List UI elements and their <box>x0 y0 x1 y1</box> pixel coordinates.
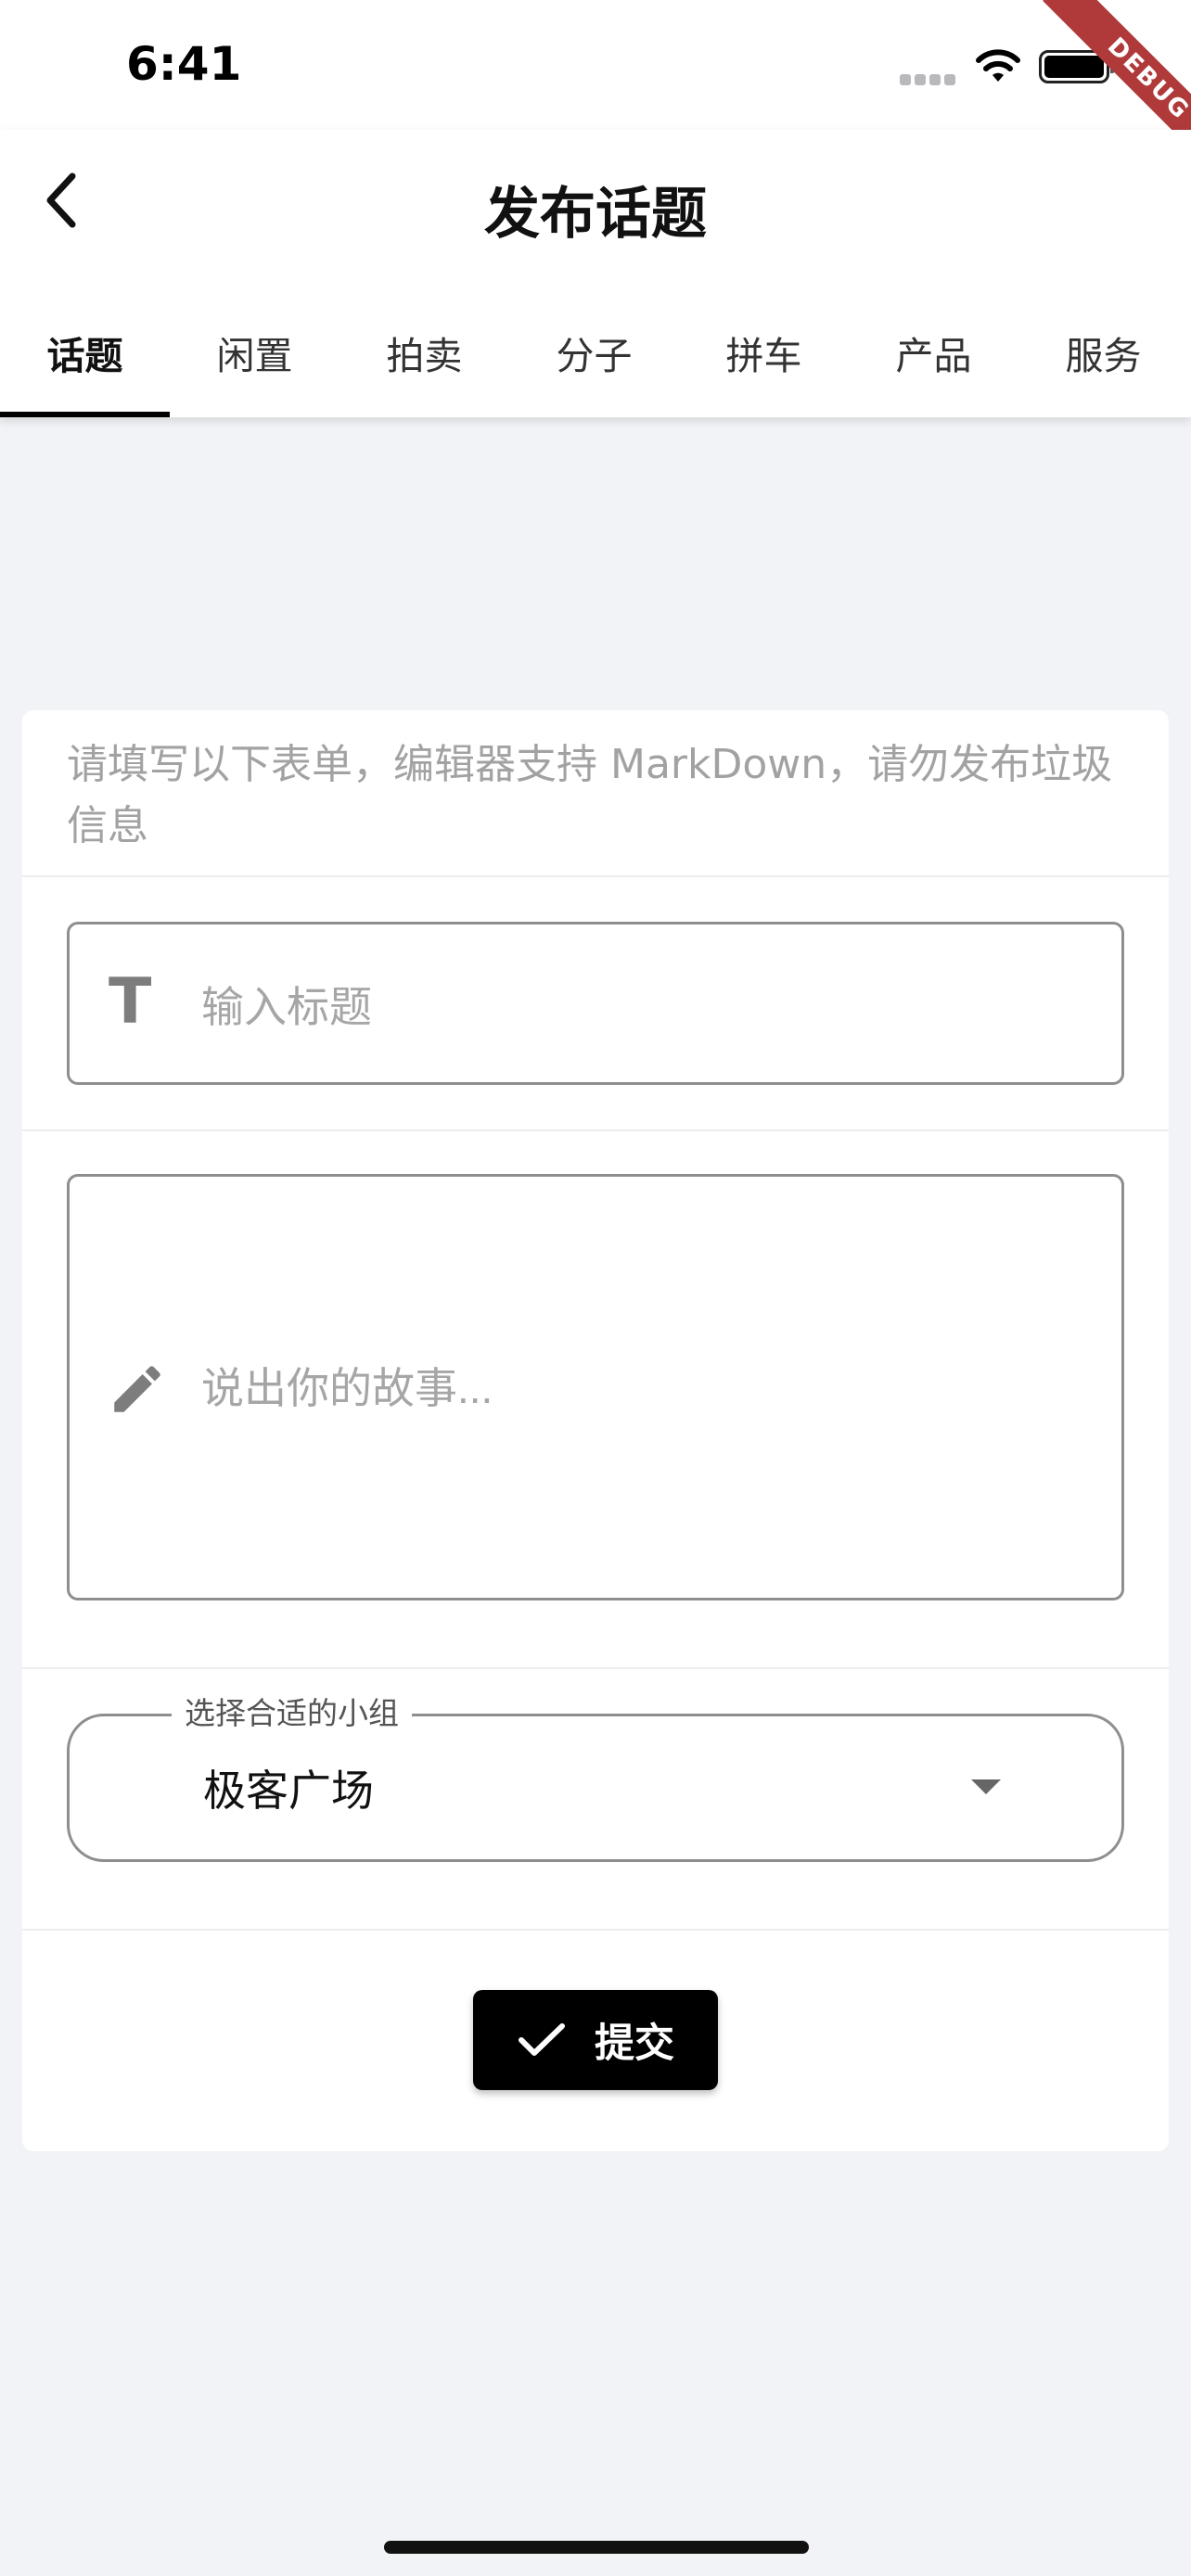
group-select[interactable]: 选择合适的小组 极客广场 <box>67 1689 1124 1862</box>
divider <box>22 1129 1169 1131</box>
divider <box>22 1667 1169 1669</box>
wifi-icon <box>976 49 1020 82</box>
tab-carpool[interactable]: 拼车 <box>679 287 849 417</box>
story-field[interactable] <box>67 1174 1124 1600</box>
pencil-icon <box>114 1366 160 1412</box>
page-title: 发布话题 <box>484 182 707 247</box>
title-input[interactable] <box>201 975 1082 1039</box>
story-input[interactable] <box>201 1351 1082 1425</box>
tab-service[interactable]: 服务 <box>1018 287 1188 417</box>
tab-auction[interactable]: 拍卖 <box>339 287 509 417</box>
text-format-icon: T <box>109 965 152 1039</box>
form-notice: 请填写以下表单，编辑器支持 MarkDown，请勿发布垃圾信息 <box>67 741 1113 849</box>
check-icon <box>519 2023 565 2056</box>
app-header: 发布话题 话题 闲置 拍卖 分子 拼车 产品 服务 <box>0 130 1191 417</box>
tab-molecule[interactable]: 分子 <box>509 287 679 417</box>
publish-form-card: 请填写以下表单，编辑器支持 MarkDown，请勿发布垃圾信息 T 选择合适的小… <box>22 710 1169 2151</box>
home-indicator[interactable] <box>384 2541 809 2554</box>
group-select-label: 选择合适的小组 <box>172 1689 412 1733</box>
tab-product[interactable]: 产品 <box>849 287 1018 417</box>
divider <box>22 1929 1169 1931</box>
title-field[interactable]: T <box>67 922 1124 1085</box>
status-time: 6:41 <box>126 37 242 91</box>
status-bar: 6:41 DEBUG <box>0 0 1191 185</box>
dropdown-arrow-icon <box>971 1779 1001 1794</box>
cellular-signal-icon <box>900 74 955 85</box>
submit-button[interactable]: 提交 <box>473 1990 718 2090</box>
tab-topic[interactable]: 话题 <box>0 287 170 417</box>
tab-idle[interactable]: 闲置 <box>170 287 339 417</box>
divider <box>22 875 1169 877</box>
category-tabs: 话题 闲置 拍卖 分子 拼车 产品 服务 <box>0 287 1191 417</box>
submit-label: 提交 <box>595 2021 674 2066</box>
publish-topic-screen: 6:41 DEBUG 发布话题 话题 闲置 拍卖 分子 拼车 产品 服务 请填写… <box>0 0 1191 2576</box>
group-select-value: 极客广场 <box>203 1766 374 1816</box>
